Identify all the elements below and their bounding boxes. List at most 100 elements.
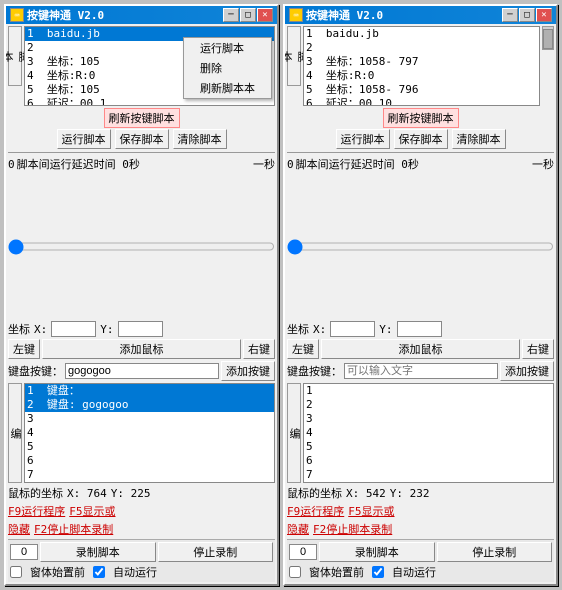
add-mouse-btn-right[interactable]: 添加鼠标 [321,339,520,359]
list-item[interactable]: 4 坐标:R:0 [304,69,539,83]
stop-record-btn-left[interactable]: 停止录制 [158,542,274,562]
list-item[interactable]: 5 坐标：1058- 796 [304,83,539,97]
editor-item[interactable]: 1 键盘： [25,384,274,398]
editor-item[interactable]: 5 [304,440,553,454]
f5-link-right[interactable]: F5显示或 [348,503,394,519]
refresh-script-btn-left[interactable]: 刷新按键脚本 [104,108,180,128]
bottom-panel-left: 录制脚本 停止录制 窗体始置前 自动运行 [8,539,275,582]
list-item[interactable]: 2 [304,41,539,55]
delay-slider-right[interactable] [287,174,554,319]
x-input-left[interactable] [51,321,96,337]
delay-max-left: 一秒 [253,156,275,172]
editor-item[interactable]: 6 [304,454,553,468]
hide-link-right[interactable]: 隐藏 [287,521,309,537]
save-script-btn-right[interactable]: 保存脚本 [394,129,448,149]
editor-item[interactable]: 4 [25,426,274,440]
list-item[interactable]: 6 延迟：00.10 [304,97,539,106]
clear-script-btn-right[interactable]: 清除脚本 [452,129,506,149]
keyboard-input-left[interactable] [65,363,219,379]
f2-link-left[interactable]: F2停止脚本录制 [34,521,113,537]
f2-link-right[interactable]: F2停止脚本录制 [313,521,392,537]
editor-item[interactable]: 2 键盘: gogogoo [25,398,274,412]
coord-label-left: 坐标 [8,321,30,337]
editor-item[interactable]: 2 [304,398,553,412]
editor-item[interactable]: 5 [25,440,274,454]
scrollbar-thumb-right[interactable] [543,29,553,49]
title-bar-left: ⌨ 按键神通 V2.0 ─ □ ✕ [6,6,277,24]
editor-item[interactable]: 8 [25,482,274,483]
editor-item[interactable]: 4 [304,426,553,440]
editor-item[interactable]: 3 [25,412,274,426]
list-item[interactable]: 3 坐标：1058- 797 [304,55,539,69]
keyboard-label-left: 键盘按键： [8,363,63,379]
ctx-run[interactable]: 运行脚本 [184,38,271,58]
status-row-left: 鼠标的坐标 X: 764 Y: 225 [8,485,275,501]
editor-panel-right: 脚本编辑器 1 2 3 4 5 6 7 8 9 10 11 12 [287,383,554,483]
maximize-btn-left[interactable]: □ [240,8,256,22]
refresh-script-btn-right[interactable]: 刷新按键脚本 [383,108,459,128]
minimize-btn-left[interactable]: ─ [223,8,239,22]
stop-record-btn-right[interactable]: 停止录制 [437,542,553,562]
scrollbar-right[interactable] [542,26,554,50]
minimize-btn-right[interactable]: ─ [502,8,518,22]
script-list-left[interactable]: 1 baidu.jb 2 3 坐标：105 4 坐标:R:0 5 坐标：105 … [24,26,275,106]
cb-auto-run-right[interactable] [372,566,384,578]
maximize-btn-right[interactable]: □ [519,8,535,22]
script-editor-left[interactable]: 1 键盘： 2 键盘: gogogoo 3 4 5 6 7 8 9 10 11 … [24,383,275,483]
add-key-btn-right[interactable]: 添加按键 [500,361,554,381]
script-list-right[interactable]: 1 baidu.jb 2 3 坐标：1058- 797 4 坐标:R:0 5 坐… [303,26,540,106]
f5-link-left[interactable]: F5显示或 [69,503,115,519]
y-input-right[interactable] [397,321,442,337]
editor-item[interactable]: 1 [304,384,553,398]
run-script-btn-left[interactable]: 运行脚本 [57,129,111,149]
cb2-label-left: 自动运行 [113,564,157,580]
hide-row-left: 隐藏 F2停止脚本录制 [8,521,275,537]
left-mouse-btn-right[interactable]: 左键 [287,339,319,359]
cb-window-front-right[interactable] [289,566,301,578]
close-btn-right[interactable]: ✕ [536,8,552,22]
run-script-btn-right[interactable]: 运行脚本 [336,129,390,149]
keyboard-row-left: 键盘按键： 添加按键 [8,361,275,381]
record-num-right[interactable] [289,544,317,560]
delay-slider-left[interactable] [8,174,275,319]
f9-link-left[interactable]: F9运行程序 [8,503,65,519]
editor-item[interactable]: 3 [304,412,553,426]
clear-script-btn-left[interactable]: 清除脚本 [173,129,227,149]
editor-item[interactable]: 7 [25,468,274,482]
keyboard-label-right: 键盘按键： [287,363,342,379]
script-list-panel-right: 脚本 1 baidu.jb 2 3 坐标：1058- 797 4 坐标:R:0 … [287,26,554,106]
x-input-right[interactable] [330,321,375,337]
app-icon-right: ⌨ [289,8,303,22]
keyboard-row-right: 键盘按键： 添加按键 [287,361,554,381]
context-menu-left[interactable]: 运行脚本 删除 刷新脚本本 [183,37,272,99]
cb-auto-run-left[interactable] [93,566,105,578]
record-num-left[interactable] [10,544,38,560]
keyboard-input-right[interactable] [344,363,498,379]
editor-item[interactable]: 7 [304,468,553,482]
y-input-left[interactable] [118,321,163,337]
right-mouse-btn-right[interactable]: 右键 [522,339,554,359]
y-label-right: Y: [379,323,392,336]
editor-item[interactable]: 8 [304,482,553,483]
left-mouse-btn-left[interactable]: 左键 [8,339,40,359]
add-mouse-btn-left[interactable]: 添加鼠标 [42,339,241,359]
ctx-delete[interactable]: 删除 [184,58,271,78]
script-editor-right[interactable]: 1 2 3 4 5 6 7 8 9 10 11 12 [303,383,554,483]
f9-link-right[interactable]: F9运行程序 [287,503,344,519]
close-btn-left[interactable]: ✕ [257,8,273,22]
ctx-refresh[interactable]: 刷新脚本本 [184,78,271,98]
add-key-btn-left[interactable]: 添加按键 [221,361,275,381]
list-item[interactable]: 1 baidu.jb [304,27,539,41]
delay-area-right: 0 脚本间运行延迟时间 0秒 一秒 [287,156,554,172]
save-script-btn-left[interactable]: 保存脚本 [115,129,169,149]
coord-label-right: 坐标 [287,321,309,337]
hide-link-left[interactable]: 隐藏 [8,521,30,537]
record-btn-left[interactable]: 录制脚本 [40,542,156,562]
right-mouse-btn-left[interactable]: 右键 [243,339,275,359]
checkbox-row-left: 窗体始置前 自动运行 [10,564,273,580]
cb-window-front-left[interactable] [10,566,22,578]
editor-item[interactable]: 6 [25,454,274,468]
top-buttons-left: 刷新按键脚本 运行脚本 保存脚本 清除脚本 [8,108,275,149]
record-btn-right[interactable]: 录制脚本 [319,542,435,562]
status-row-right: 鼠标的坐标 X: 542 Y: 232 [287,485,554,501]
